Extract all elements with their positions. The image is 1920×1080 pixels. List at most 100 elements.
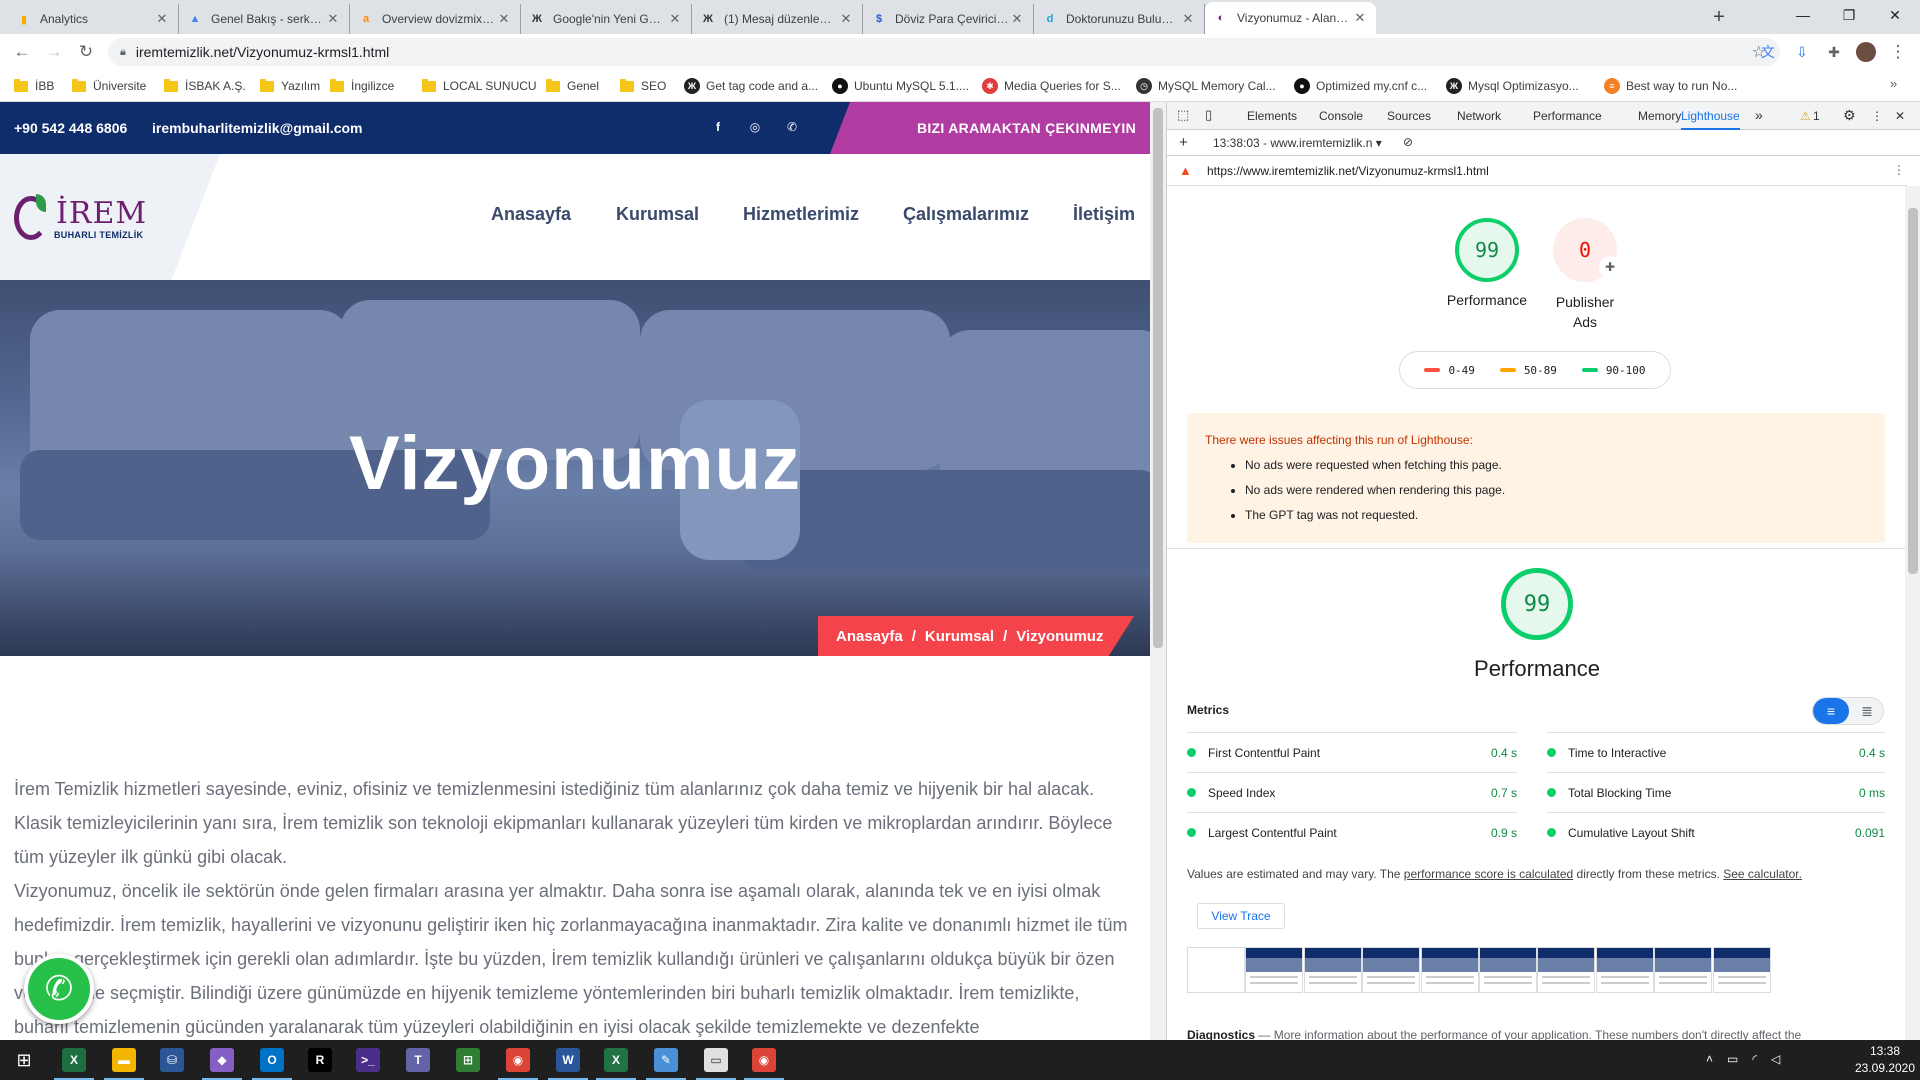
taskbar-app[interactable]: ⊞ [444,1040,492,1080]
devtools-tab-sources[interactable]: Sources [1387,109,1431,123]
taskbar-app[interactable]: T [394,1040,442,1080]
nav-hizmetlerimiz[interactable]: Hizmetlerimiz [743,204,859,225]
taskbar-app[interactable]: R [296,1040,344,1080]
instagram-icon[interactable]: ◎ [747,119,763,135]
list-view-icon[interactable]: ≣ [1849,698,1883,724]
devtools-tab-elements[interactable]: Elements [1247,109,1297,123]
taskbar-app[interactable]: O [248,1040,296,1080]
tray-chevron-icon[interactable]: ˄ [1706,1052,1713,1066]
metrics-view-toggle[interactable]: ≡ ≣ [1812,697,1884,725]
report-menu-icon[interactable]: ⋮ [1893,163,1905,177]
performance-gauge[interactable]: 99 [1455,218,1519,282]
bookmark-folder[interactable]: İBB [14,76,54,96]
taskbar-app[interactable]: W [544,1040,592,1080]
browser-tab[interactable]: ▲ Genel Bakış - serkantopkan✕ [179,4,350,34]
inspect-element-icon[interactable]: ⬚ [1177,107,1189,123]
devtools-tab-memory[interactable]: Memory [1638,109,1681,123]
forward-button[interactable]: → [42,40,66,64]
address-bar[interactable]: 🔒︎ iremtemizlik.net/Vizyonumuz-krmsl1.ht… [108,38,1780,66]
browser-tab[interactable]: a Overview dovizmix.com on✕ [350,4,521,34]
bookmark-folder[interactable]: LOCAL SUNUCU [422,76,537,96]
calculator-link[interactable]: See calculator. [1723,867,1802,881]
browser-menu-icon[interactable]: ⋮ [1886,40,1910,64]
devtools-tab-performance[interactable]: Performance [1533,109,1602,123]
devtools-scrollbar-thumb[interactable] [1908,208,1918,574]
warning-count[interactable]: 1 [1813,109,1820,123]
bookmark-link[interactable]: ● Optimized my.cnf c... [1294,76,1427,96]
add-report-icon[interactable]: + [1179,134,1188,151]
start-button[interactable]: ⊞ [0,1040,48,1080]
site-logo[interactable]: İREM BUHARLI TEMİZLİK [14,194,146,244]
back-button[interactable]: ← [10,40,34,64]
view-trace-button[interactable]: View Trace [1197,903,1285,929]
devtools-menu-icon[interactable]: ⋮ [1871,109,1883,123]
taskbar-app[interactable]: >_ [344,1040,392,1080]
taskbar-clock[interactable]: 13:38 23.09.2020 [1852,1043,1918,1077]
taskbar-app[interactable]: ▬ [100,1040,148,1080]
bookmark-folder[interactable]: Yazılım [260,76,320,96]
close-tab-icon[interactable]: ✕ [1009,11,1025,27]
facebook-icon[interactable]: f [710,119,726,135]
browser-tab[interactable]: ◐ Vizyonumuz - Alanya Koltuk✕ [1205,2,1376,34]
taskbar-app[interactable]: ⛁ [148,1040,196,1080]
close-tab-icon[interactable]: ✕ [496,11,512,27]
report-url[interactable]: https://www.iremtemizlik.net/Vizyonumuz-… [1207,164,1489,178]
devtools-close-icon[interactable]: ✕ [1895,109,1905,123]
browser-tab[interactable]: ▮ Analytics ✕ [8,4,179,34]
volume-icon[interactable]: ◁ [1771,1052,1780,1066]
close-tab-icon[interactable]: ✕ [838,11,854,27]
close-tab-icon[interactable]: ✕ [1352,10,1368,26]
taskbar-app[interactable]: X [50,1040,98,1080]
devtools-tab-network[interactable]: Network [1457,109,1501,123]
site-scrollbar-thumb[interactable] [1153,108,1163,648]
minimize-button[interactable]: — [1780,0,1826,30]
close-tab-icon[interactable]: ✕ [325,11,341,27]
bookmark-folder[interactable]: İngilizce [330,76,394,96]
taskbar-app[interactable]: X [592,1040,640,1080]
whatsapp-floating-button[interactable]: ✆ [24,954,94,1024]
bookmark-link[interactable]: ≡ Best way to run No... [1604,76,1737,96]
bookmark-link[interactable]: Ж Mysql Optimizasyo... [1446,76,1579,96]
bookmark-link[interactable]: ● Ubuntu MySQL 5.1.... [832,76,969,96]
settings-gear-icon[interactable]: ⚙ [1843,107,1856,124]
expanded-view-icon[interactable]: ≡ [1813,698,1849,724]
bookmark-link[interactable]: Ж Get tag code and a... [684,76,818,96]
browser-tab[interactable]: $ Döviz Para Çevirici, Dolar ve✕ [863,4,1034,34]
nav-anasayfa[interactable]: Anasayfa [491,204,571,225]
devtools-tab-lighthouse[interactable]: Lighthouse [1681,109,1740,130]
bookmark-folder[interactable]: SEO [620,76,666,96]
close-tab-icon[interactable]: ✕ [667,11,683,27]
whatsapp-small-icon[interactable]: ✆ [784,119,800,135]
taskbar-app[interactable]: ✎ [642,1040,690,1080]
close-tab-icon[interactable]: ✕ [154,11,170,27]
nav-kurumsal[interactable]: Kurumsal [616,204,699,225]
bookmark-folder[interactable]: Genel [546,76,599,96]
breadcrumb-home[interactable]: Anasayfa [836,628,903,645]
translate-extension-icon[interactable]: 文 [1756,40,1780,64]
browser-tab[interactable]: Ж Google'nin Yeni Güncelleme✕ [521,4,692,34]
more-bookmarks-button[interactable]: » [1890,76,1897,91]
close-window-button[interactable]: ✕ [1872,0,1918,30]
nav-calismalarimiz[interactable]: Çalışmalarımız [903,204,1029,225]
maximize-button[interactable]: ❐ [1826,0,1872,30]
browser-tab[interactable]: d Doktorunuzu Bulun Yorumla✕ [1034,4,1205,34]
phone-number[interactable]: +90 542 448 6806 [14,120,127,136]
devtools-tab-console[interactable]: Console [1319,109,1363,123]
more-tabs-icon[interactable]: » [1755,107,1763,123]
taskbar-app[interactable]: ◉ [494,1040,542,1080]
network-icon[interactable]: ◜ [1752,1052,1757,1066]
bookmark-link[interactable]: ✱ Media Queries for S... [982,76,1121,96]
nav-iletisim[interactable]: İletişim [1073,204,1135,225]
taskbar-app[interactable]: ◆ [198,1040,246,1080]
taskbar-app[interactable]: ▭ [692,1040,740,1080]
extensions-puzzle-icon[interactable]: ✚ [1822,40,1846,64]
warning-icon[interactable]: ⚠ [1800,109,1811,123]
bookmark-link[interactable]: ◷ MySQL Memory Cal... [1136,76,1276,96]
bookmark-folder[interactable]: İSBAK A.Ş. [164,76,246,96]
bookmark-folder[interactable]: Üniversite [72,76,146,96]
breadcrumb-parent[interactable]: Kurumsal [925,628,994,645]
close-tab-icon[interactable]: ✕ [1180,11,1196,27]
taskbar-app[interactable]: ◉ [740,1040,788,1080]
report-selector[interactable]: 13:38:03 - www.iremtemizlik.n ▾ [1213,136,1382,150]
clear-reports-icon[interactable]: ⊘ [1403,135,1413,149]
